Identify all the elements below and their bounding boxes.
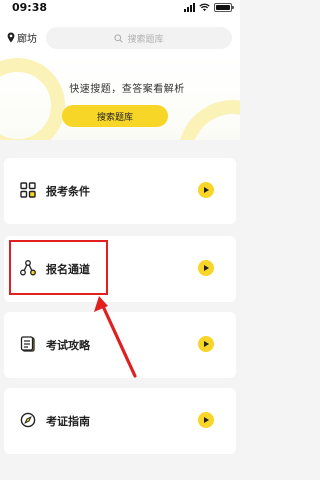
card-exam-requirements[interactable]: 报考条件 [4,158,236,224]
arrow-right-icon[interactable] [198,336,214,352]
signal-icon [184,3,195,12]
card-label: 报考条件 [46,185,90,198]
status-bar: 09:38 [0,0,240,18]
compass-icon [20,412,36,428]
search-banner: 快速搜题，查答案看解析 搜索题库 [0,58,240,140]
search-placeholder: 搜索题库 [127,34,164,45]
header: 廊坊 搜索题库 [0,18,240,58]
arrow-right-icon[interactable] [198,412,214,428]
card-label: 考试攻略 [46,339,90,352]
location-selector[interactable]: 廊坊 [7,30,37,45]
banner-tagline: 快速搜题，查答案看解析 [69,84,185,95]
search-question-bank-button[interactable]: 搜索题库 [62,105,168,127]
location-label: 廊坊 [17,34,37,45]
status-time: 09:38 [12,1,48,14]
search-input[interactable]: 搜索题库 [46,27,232,49]
wifi-icon [199,3,210,12]
card-label: 考证指南 [46,415,90,428]
annotation-highlight-box [9,240,108,295]
arrow-right-icon[interactable] [198,260,214,276]
decorative-ring [0,58,65,140]
status-icons [184,3,234,12]
card-certification-guide[interactable]: 考证指南 [4,388,236,454]
decorative-ring [178,100,240,140]
arrow-right-icon[interactable] [198,182,214,198]
location-pin-icon [7,32,15,43]
annotation-arrow-icon [94,296,137,378]
search-icon [114,33,124,43]
document-icon [20,336,35,352]
grid-icon [20,182,36,198]
battery-icon [214,3,234,12]
